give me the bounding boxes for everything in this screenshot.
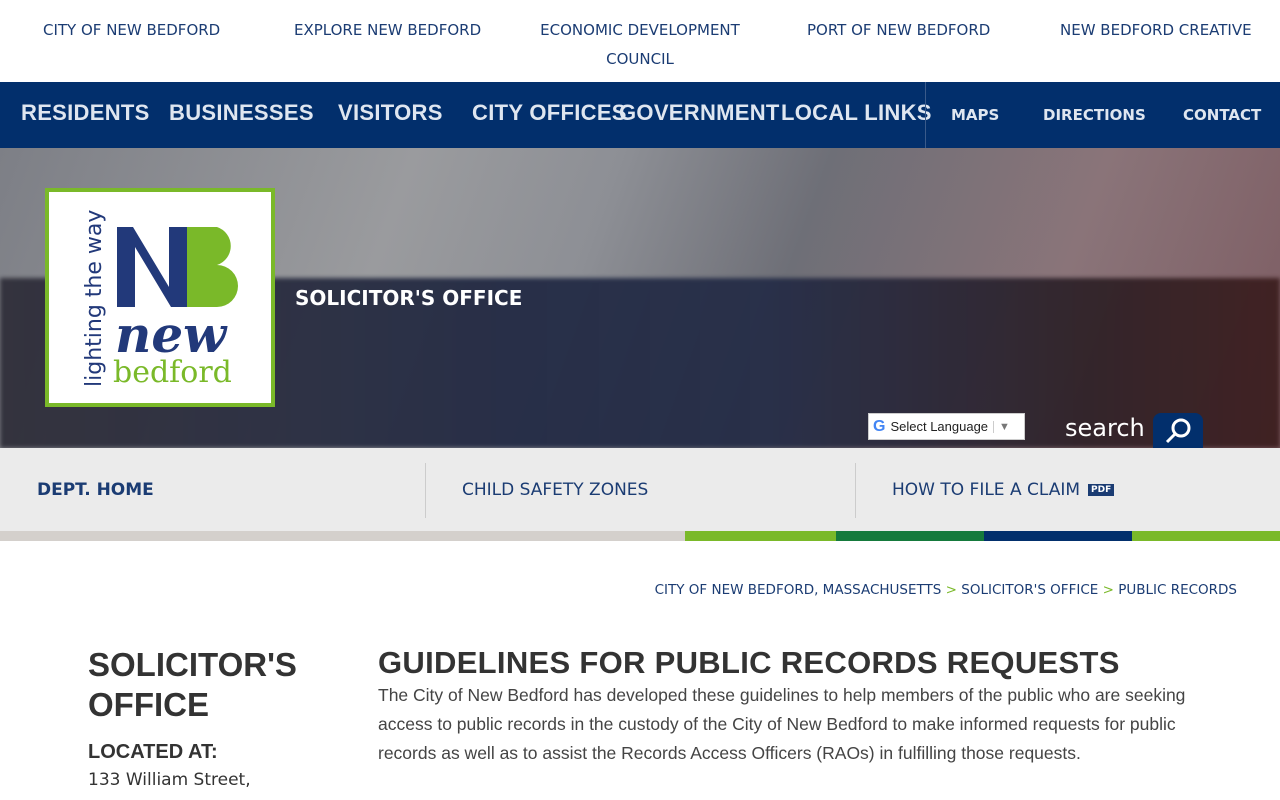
link-creative[interactable]: NEW BEDFORD CREATIVE: [1060, 16, 1252, 45]
nav-visitors[interactable]: VISITORS: [338, 100, 443, 126]
nav-contact[interactable]: CONTACT: [1183, 106, 1261, 124]
breadcrumb-city[interactable]: CITY OF NEW BEDFORD, MASSACHUSETTS: [655, 582, 942, 598]
main-nav: RESIDENTS BUSINESSES VISITORS CITY OFFIC…: [0, 82, 1280, 148]
bar-segment: [0, 531, 685, 541]
hero-banner: lighting the way new bedford SOLICITOR'S…: [0, 148, 1280, 448]
nav-businesses[interactable]: BUSINESSES: [169, 100, 314, 126]
color-bar: [0, 531, 1280, 541]
department-nav: DEPT. HOME CHILD SAFETY ZONES HOW TO FIL…: [0, 448, 1280, 531]
link-port[interactable]: PORT OF NEW BEDFORD: [807, 16, 990, 45]
nav-residents[interactable]: RESIDENTS: [21, 100, 150, 126]
nav-maps[interactable]: MAPS: [951, 106, 999, 124]
content-heading: GUIDELINES FOR PUBLIC RECORDS REQUESTS: [378, 645, 1120, 680]
language-select[interactable]: G Select Language ▼: [868, 413, 1025, 440]
breadcrumb-public-records[interactable]: PUBLIC RECORDS: [1118, 582, 1237, 598]
subnav-file-claim[interactable]: HOW TO FILE A CLAIM PDF: [892, 480, 1115, 500]
pdf-badge: PDF: [1088, 484, 1115, 496]
search-icon: [1165, 418, 1191, 443]
breadcrumb-solicitor[interactable]: SOLICITOR'S OFFICE: [961, 582, 1098, 598]
dropdown-arrow-icon: ▼: [993, 420, 1010, 433]
search-button[interactable]: [1153, 413, 1203, 448]
bar-segment: [685, 531, 836, 541]
link-explore[interactable]: EXPLORE NEW BEDFORD: [294, 16, 481, 45]
sidebar-title: SOLICITOR'S OFFICE: [88, 646, 297, 723]
main-content: GUIDELINES FOR PUBLIC RECORDS REQUESTS T…: [378, 645, 1198, 768]
link-city[interactable]: CITY OF NEW BEDFORD: [43, 16, 220, 45]
subnav-dept-home[interactable]: DEPT. HOME: [37, 480, 154, 500]
svg-text:bedford: bedford: [113, 355, 232, 390]
sidebar: SOLICITOR'S OFFICE LOCATED AT: 133 Willi…: [88, 645, 328, 790]
top-links: CITY OF NEW BEDFORD EXPLORE NEW BEDFORD …: [0, 0, 1280, 82]
located-label: LOCATED AT:: [88, 741, 218, 763]
link-edc[interactable]: ECONOMIC DEVELOPMENT COUNCIL: [536, 16, 744, 74]
subnav-file-claim-label: HOW TO FILE A CLAIM: [892, 480, 1081, 500]
address: 133 William Street,: [88, 770, 251, 790]
bar-segment: [984, 531, 1132, 541]
search-label[interactable]: search: [1065, 414, 1145, 442]
nav-government[interactable]: GOVERNMENT: [619, 100, 780, 126]
breadcrumb: CITY OF NEW BEDFORD, MASSACHUSETTS > SOL…: [654, 582, 1237, 598]
city-logo[interactable]: lighting the way new bedford: [45, 188, 275, 407]
nav-divider: [925, 82, 926, 148]
bar-segment: [836, 531, 984, 541]
divider: [855, 463, 856, 518]
google-icon: G: [873, 417, 886, 435]
nav-city-offices[interactable]: CITY OFFICES: [472, 100, 627, 126]
subnav-child-safety[interactable]: CHILD SAFETY ZONES: [462, 480, 648, 500]
page-title: SOLICITOR'S OFFICE: [295, 286, 523, 310]
nav-local-links[interactable]: LOCAL LINKS: [781, 100, 932, 126]
divider: [425, 463, 426, 518]
content-body: The City of New Bedford has developed th…: [378, 685, 1186, 763]
svg-text:lighting the way: lighting the way: [82, 210, 107, 387]
language-label: Select Language: [890, 419, 989, 434]
nav-directions[interactable]: DIRECTIONS: [1043, 106, 1146, 124]
bar-segment: [1132, 531, 1280, 541]
